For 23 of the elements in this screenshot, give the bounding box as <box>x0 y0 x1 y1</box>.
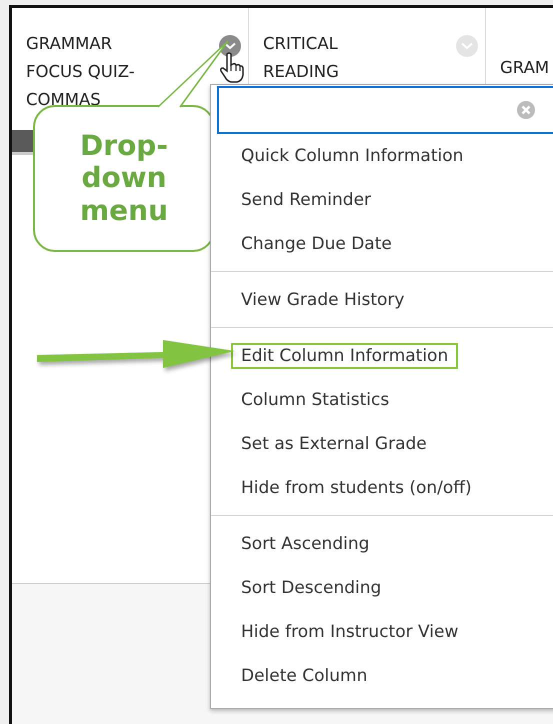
menu-item[interactable]: Set as External Grade <box>231 431 437 457</box>
menu-item[interactable]: Change Due Date <box>231 231 402 257</box>
menu-item[interactable]: Delete Column <box>231 663 378 689</box>
chevron-icon <box>224 42 236 50</box>
menu-item[interactable]: Edit Column Information <box>231 343 458 369</box>
callout-text: Drop-down menu <box>78 130 170 227</box>
column-title: CRITICAL <box>263 33 339 55</box>
menu-item[interactable]: View Grade History <box>231 287 414 313</box>
menu-item[interactable]: Column Statistics <box>231 387 400 413</box>
column-title: COMMAS <box>26 89 102 111</box>
search-field[interactable] <box>217 86 553 134</box>
scrollbar[interactable] <box>12 130 34 155</box>
menu-item[interactable]: Hide from students (on/off) <box>231 475 482 501</box>
column-title: FOCUS QUIZ- <box>26 61 135 83</box>
menu-item[interactable]: Quick Column Information <box>231 143 474 169</box>
chevron-icon <box>461 42 473 50</box>
column-title: GRAMMAR <box>26 33 114 55</box>
column-title: GRAM <box>500 57 550 79</box>
menu-item[interactable]: Sort Descending <box>231 575 392 601</box>
menu-item[interactable]: Sort Ascending <box>231 531 380 557</box>
column-title: READING <box>263 61 339 83</box>
menu-item[interactable]: Send Reminder <box>231 187 382 213</box>
menu-item[interactable]: Hide from Instructor View <box>231 619 468 645</box>
